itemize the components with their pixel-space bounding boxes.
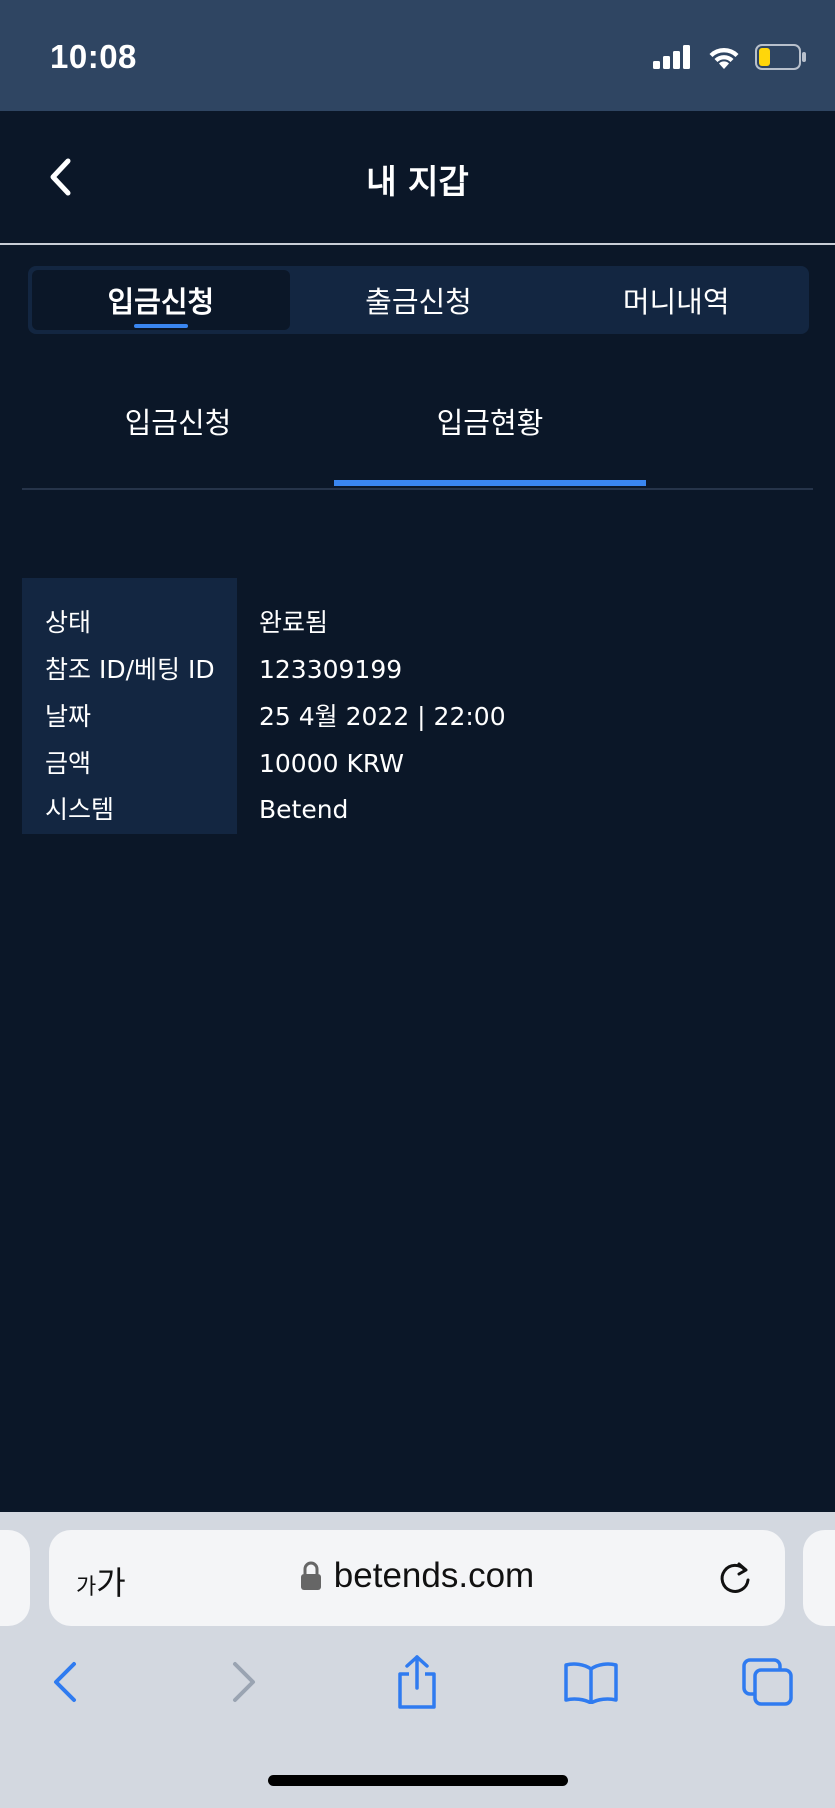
next-tab-preview[interactable]: [803, 1530, 835, 1626]
browser-forward-button[interactable]: [214, 1652, 274, 1712]
main-tabs: 입금신청 출금신청 머니내역: [28, 266, 809, 334]
tab-label: 출금신청: [365, 285, 472, 319]
browser-back-button[interactable]: [35, 1652, 95, 1712]
page-title: 내 지갑: [366, 162, 469, 201]
status-bar: 10:08: [0, 0, 835, 111]
tabs-icon: [742, 1658, 793, 1706]
reference-id-value: 123309199: [259, 655, 403, 684]
bookmarks-button[interactable]: [561, 1652, 621, 1712]
lock-icon: [300, 1561, 321, 1590]
status-icons: [653, 44, 807, 70]
subtab-deposit-status[interactable]: 입금현황: [334, 385, 646, 485]
share-button[interactable]: [387, 1652, 447, 1712]
tab-label: 입금신청: [107, 285, 215, 319]
screen: 10:08 내 지갑 입금신청 출금신청 머니내역 입금신청 입금현황 상태 완…: [0, 0, 835, 1808]
address-bar[interactable]: 가가 betends.com: [49, 1530, 785, 1626]
subtab-divider: [22, 488, 813, 490]
previous-tab-preview[interactable]: [0, 1530, 30, 1626]
subtab-deposit-request[interactable]: 입금신청: [22, 385, 334, 485]
amount-value: 10000 KRW: [259, 749, 404, 778]
home-indicator[interactable]: [268, 1775, 568, 1786]
subtab-label: 입금현황: [436, 406, 544, 440]
status-value: 완료됨: [259, 608, 329, 637]
app-header: 내 지갑: [0, 111, 835, 243]
deposit-detail-table: 상태 완료됨 참조 ID/베팅 ID 123309199 날짜 25 4월 20…: [22, 578, 802, 834]
status-label: 상태: [45, 608, 92, 637]
date-value: 25 4월 2022 | 22:00: [259, 702, 506, 731]
tab-deposit-request[interactable]: 입금신청: [32, 270, 290, 330]
date-label: 날짜: [45, 702, 92, 731]
tab-money-history[interactable]: 머니내역: [547, 270, 805, 330]
browser-toolbar: 가가 betends.com: [0, 1512, 835, 1808]
url-display[interactable]: betends.com: [49, 1556, 785, 1596]
bookmarks-icon: [564, 1662, 618, 1704]
header-divider: [0, 243, 835, 245]
amount-label: 금액: [45, 749, 92, 778]
subtab-label: 입금신청: [124, 406, 232, 440]
wifi-icon: [709, 47, 739, 69]
back-arrow-icon: [54, 1662, 76, 1702]
battery-low-icon: [755, 44, 806, 70]
active-subtab-indicator: [334, 480, 646, 486]
tab-label: 머니내역: [622, 285, 730, 319]
sub-tabs: 입금신청 입금현황: [22, 385, 813, 490]
tab-withdraw-request[interactable]: 출금신청: [290, 270, 548, 330]
cellular-signal-icon: [653, 45, 690, 69]
url-text: betends.com: [333, 1556, 535, 1595]
system-value: Betend: [259, 795, 349, 824]
share-icon: [398, 1655, 436, 1709]
tabs-button[interactable]: [738, 1652, 798, 1712]
reload-button[interactable]: [715, 1558, 755, 1598]
reload-icon: [720, 1562, 750, 1593]
status-time: 10:08: [50, 38, 137, 75]
active-tab-indicator: [133, 324, 188, 328]
forward-arrow-icon: [233, 1662, 255, 1702]
reference-id-label: 참조 ID/베팅 ID: [45, 655, 215, 684]
system-label: 시스템: [45, 795, 115, 824]
